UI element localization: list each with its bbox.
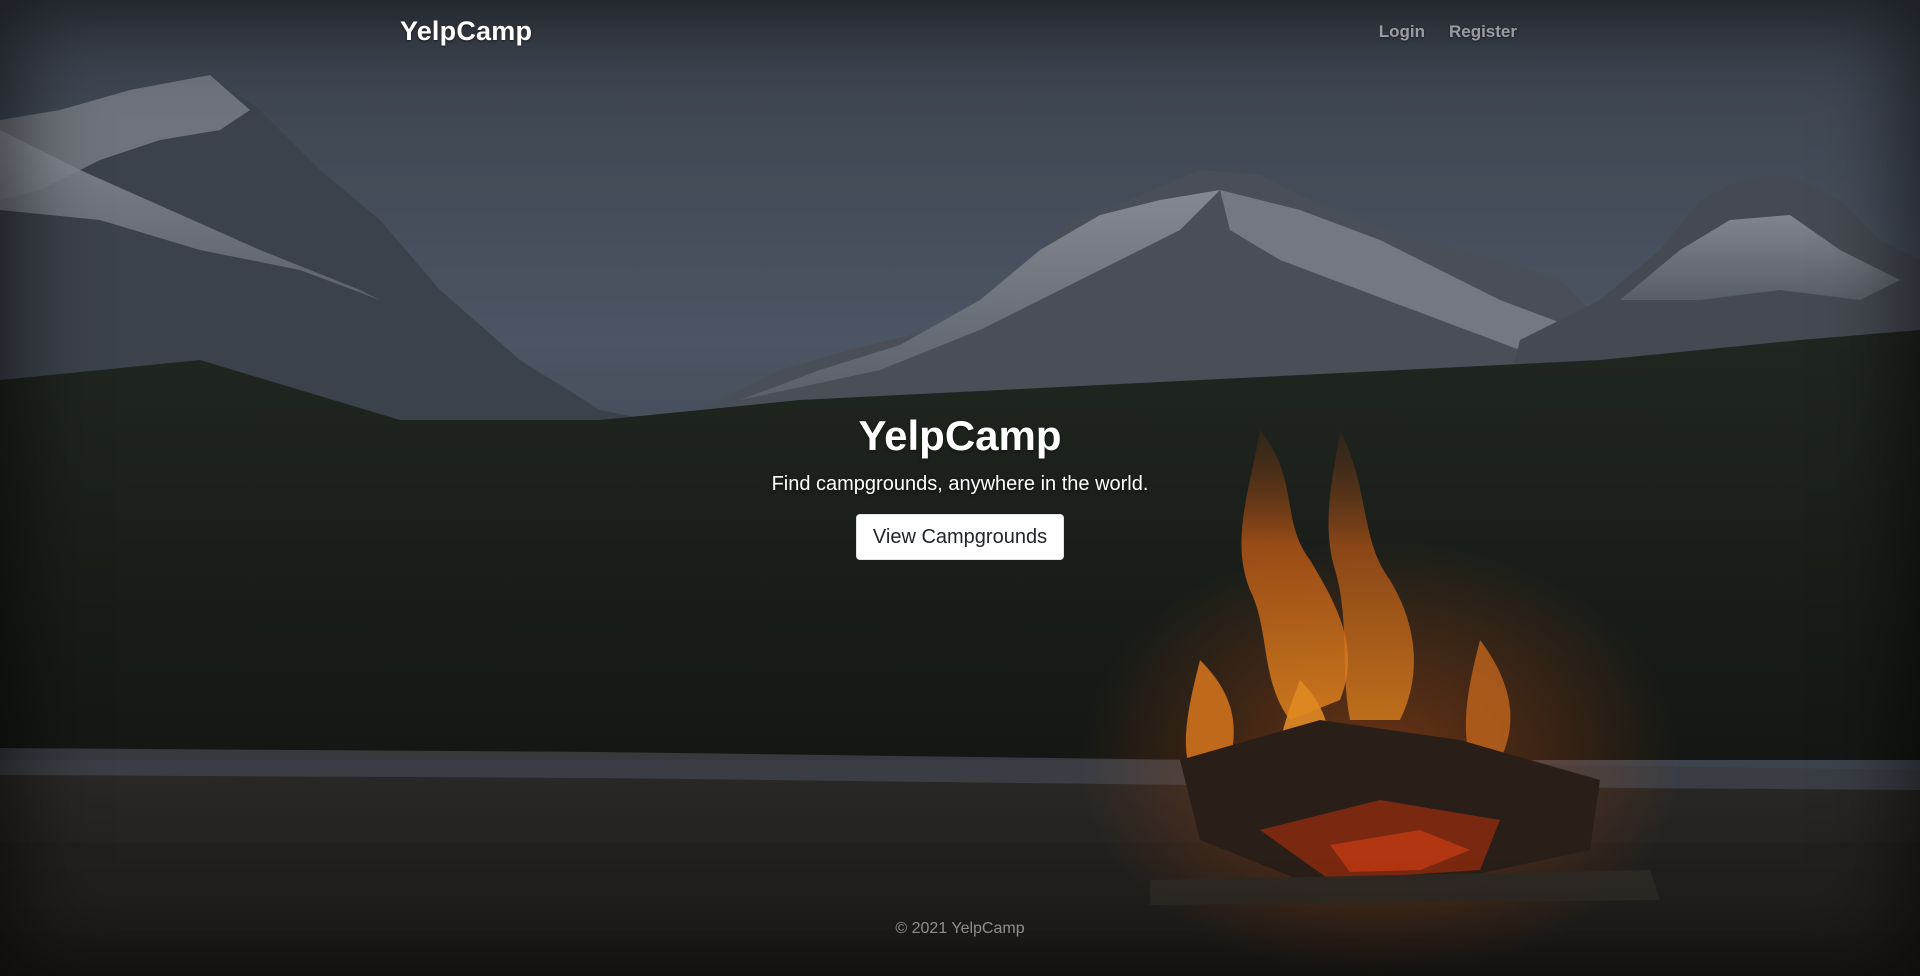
login-link[interactable]: Login bbox=[1379, 22, 1425, 42]
navbar: YelpCamp Login Register bbox=[0, 0, 1920, 66]
view-campgrounds-button[interactable]: View Campgrounds bbox=[855, 514, 1065, 560]
footer-copyright: © 2021 YelpCamp bbox=[895, 920, 1025, 937]
hero-section: YelpCamp Find campgrounds, anywhere in t… bbox=[0, 410, 1920, 560]
nav-links: Login Register bbox=[1379, 22, 1517, 42]
register-link[interactable]: Register bbox=[1449, 22, 1517, 42]
hero-title: YelpCamp bbox=[858, 412, 1062, 459]
brand-logo[interactable]: YelpCamp bbox=[400, 16, 532, 47]
hero-subtitle: Find campgrounds, anywhere in the world. bbox=[771, 473, 1149, 495]
footer: © 2021 YelpCamp bbox=[0, 920, 1920, 938]
